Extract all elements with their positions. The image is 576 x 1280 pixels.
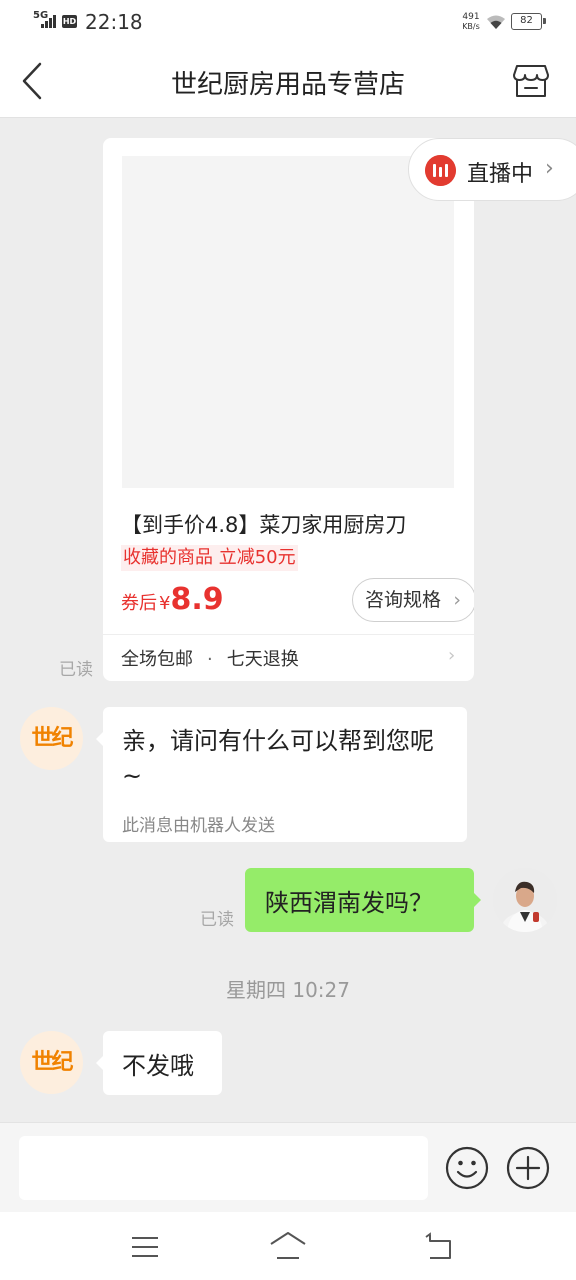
price-value: 8.9 <box>170 582 224 617</box>
read-receipt: 已读 <box>59 660 93 680</box>
shop-avatar[interactable]: 世纪 <box>20 1031 83 1094</box>
back-nav-icon[interactable] <box>424 1232 456 1262</box>
separator: · <box>207 649 213 670</box>
home-icon[interactable] <box>269 1230 307 1262</box>
message-input[interactable] <box>19 1136 428 1200</box>
message-text: 不发哦 <box>122 1052 194 1080</box>
read-receipt: 已读 <box>200 910 234 930</box>
plus-icon[interactable] <box>506 1146 550 1190</box>
chevron-right-icon: › <box>448 645 456 666</box>
product-image[interactable] <box>122 156 454 488</box>
network-speed: 491 KB/s <box>459 12 483 32</box>
message-text: 亲，请问有什么可以帮到您呢~ <box>122 727 434 790</box>
input-bar <box>0 1122 576 1212</box>
chevron-right-icon: › <box>545 156 554 181</box>
product-title: 【到手价4.8】菜刀家用厨房刀 <box>121 513 407 537</box>
system-nav-bar <box>0 1212 576 1280</box>
return-policy-label: 七天退换 <box>226 649 299 670</box>
consult-spec-button[interactable]: 咨询规格 › <box>352 578 474 622</box>
shop-avatar[interactable]: 世纪 <box>20 707 83 770</box>
page-title: 世纪厨房用品专营店 <box>170 70 405 100</box>
live-stream-button[interactable]: 直播中 › <box>408 138 576 201</box>
message-bubble-bot[interactable]: 亲，请问有什么可以帮到您呢~ 此消息由机器人发送 <box>96 707 467 842</box>
menu-icon[interactable] <box>130 1234 160 1260</box>
battery-icon: 82 <box>511 13 546 30</box>
timestamp: 星期四 10:27 <box>226 978 350 1002</box>
hd-badge: HD <box>62 15 77 28</box>
divider <box>103 634 474 635</box>
consult-label: 咨询规格 <box>365 589 442 611</box>
emoji-icon[interactable] <box>445 1146 489 1190</box>
live-icon <box>425 155 456 186</box>
message-text: 陕西渭南发吗？ <box>265 889 433 917</box>
clock: 22:18 <box>85 10 143 34</box>
promo-tag: 收藏的商品 立减50元 <box>121 545 298 571</box>
price-prefix: 券后 <box>121 593 157 614</box>
speed-unit: KB/s <box>462 22 480 31</box>
signal-icon <box>41 14 59 28</box>
chat-header: 世纪厨房用品专营店 <box>0 44 576 118</box>
price-row: 券后 ¥8.9 <box>121 582 224 617</box>
service-info[interactable]: 全场包邮 · 七天退换 <box>121 645 299 671</box>
chevron-right-icon: › <box>453 589 461 611</box>
live-label: 直播中 <box>467 162 534 187</box>
message-bubble-shop[interactable]: 不发哦 <box>96 1031 222 1095</box>
robot-note: 此消息由机器人发送 <box>122 816 275 836</box>
free-shipping-label: 全场包邮 <box>121 649 193 670</box>
status-bar: 5G HD 22:18 491 KB/s 82 <box>0 0 576 44</box>
message-bubble-user[interactable]: 陕西渭南发吗？ <box>245 868 481 932</box>
speed-value: 491 <box>462 12 480 22</box>
user-avatar[interactable] <box>493 868 557 932</box>
storefront-icon[interactable] <box>512 62 550 100</box>
product-card[interactable]: 【到手价4.8】菜刀家用厨房刀 收藏的商品 立减50元 券后 ¥8.9 咨询规格 … <box>103 138 474 681</box>
currency-symbol: ¥ <box>159 593 171 614</box>
wifi-icon <box>487 15 505 29</box>
